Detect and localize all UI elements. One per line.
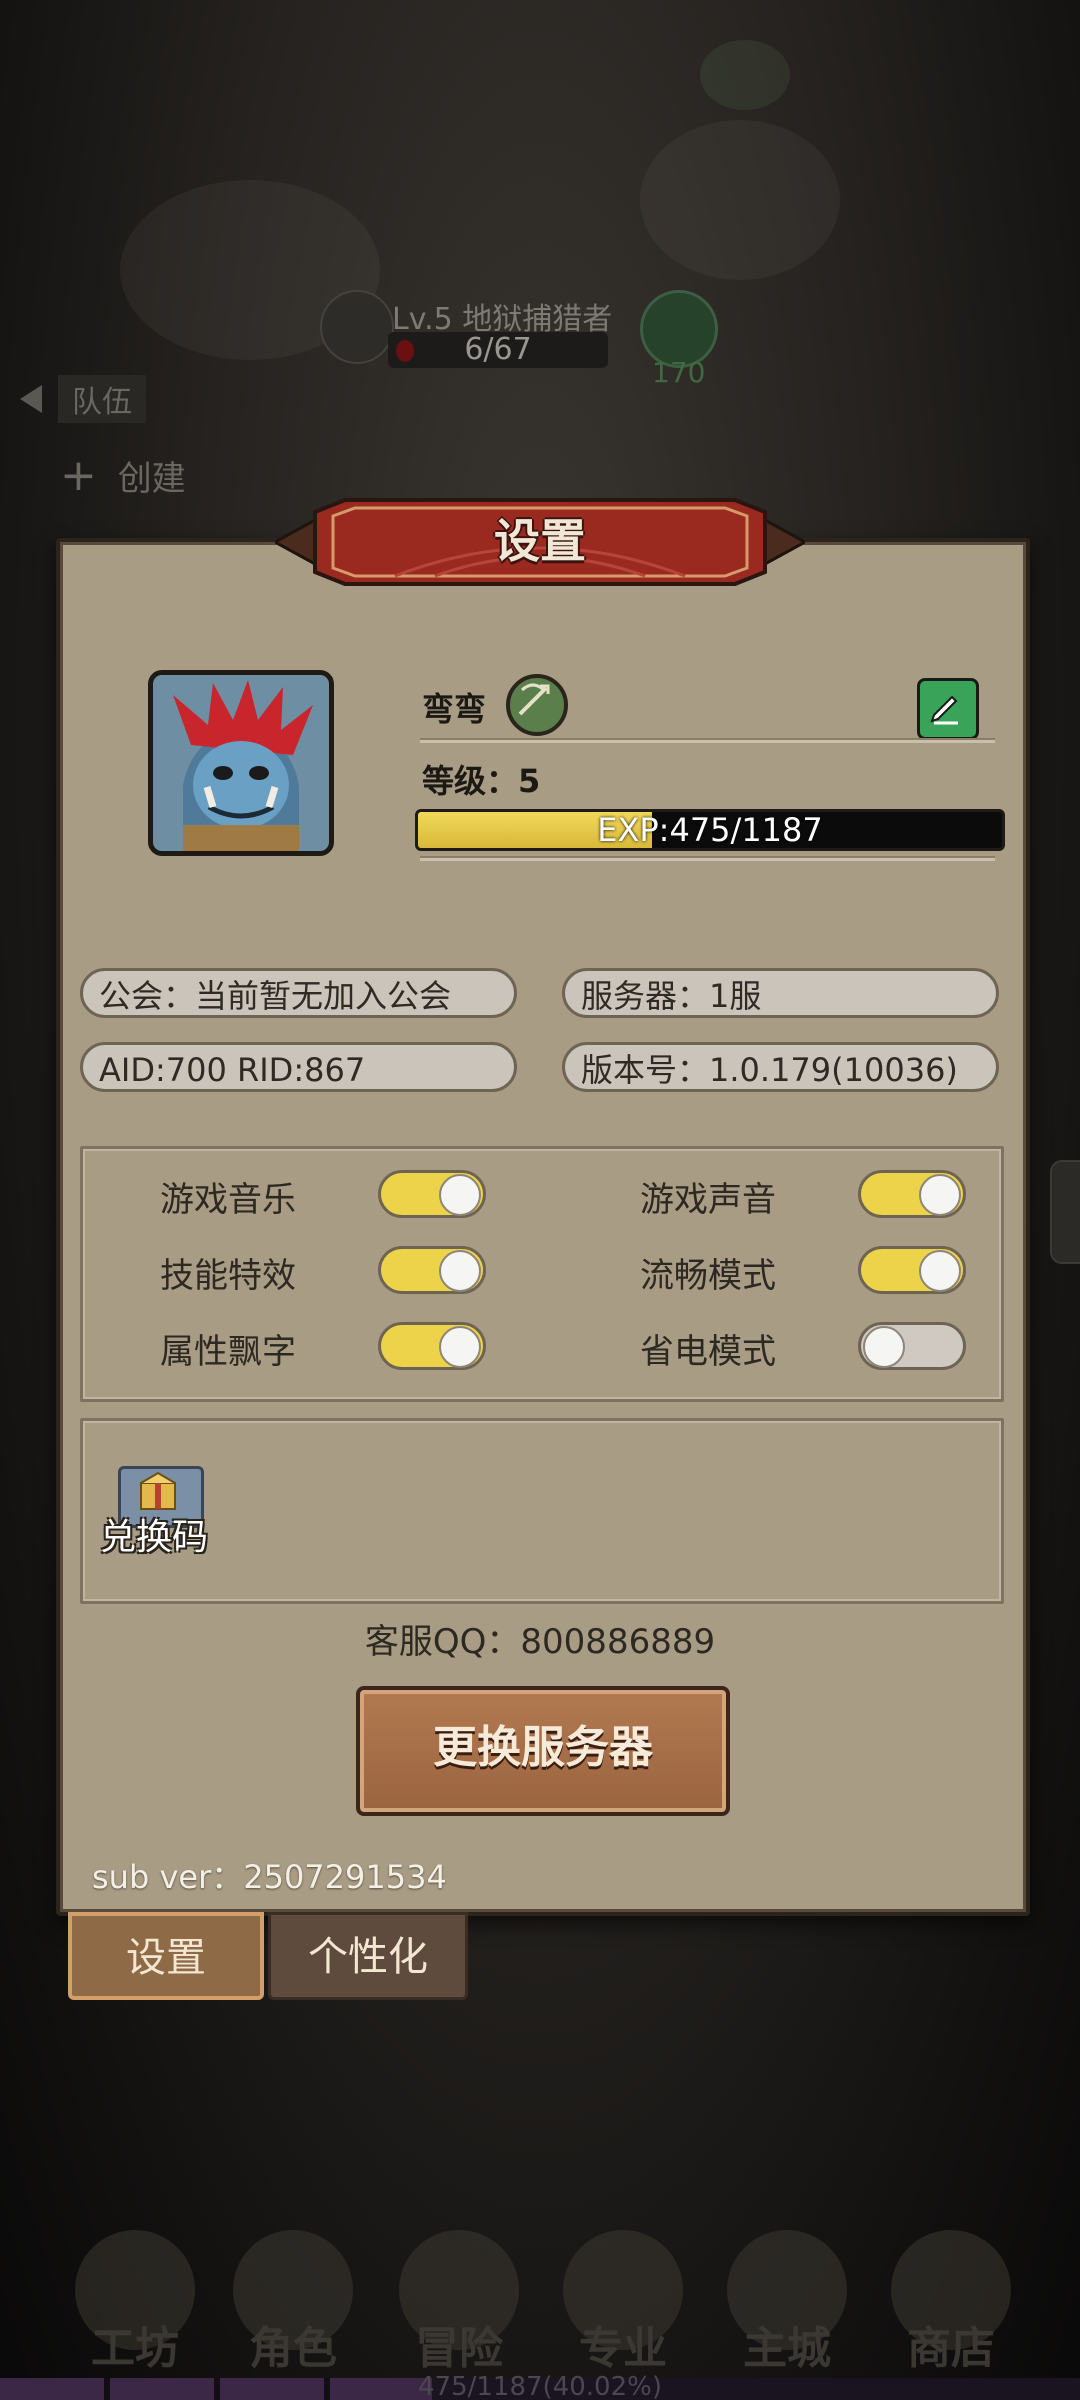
nav-label: 角色	[249, 2323, 337, 2374]
toggle-music[interactable]	[378, 1170, 486, 1218]
bottom-xp-text: 475/1187(40.02%)	[418, 2372, 662, 2400]
enemy-hp-bar: 6/67	[388, 332, 608, 368]
option-label-skill-effects: 技能特效	[160, 1256, 296, 1296]
option-label-sound: 游戏声音	[640, 1180, 776, 1220]
toggle-knob	[919, 1174, 961, 1216]
plus-icon: +	[60, 450, 97, 501]
player-name: 弯弯	[422, 690, 487, 728]
option-label-smooth-mode: 流畅模式	[640, 1256, 776, 1296]
nav-profession[interactable]: 专业	[548, 2230, 698, 2374]
toggle-knob	[439, 1174, 481, 1216]
player-level: 等级：5	[422, 762, 541, 800]
nav-label: 专业	[579, 2323, 667, 2374]
toggle-knob	[439, 1326, 481, 1368]
nav-shop[interactable]: 商店	[876, 2230, 1026, 2374]
enemy-portrait-icon	[320, 290, 394, 364]
nav-main-city[interactable]: 主城	[712, 2230, 862, 2374]
change-server-button[interactable]: 更换服务器	[356, 1686, 730, 1816]
bottom-xp-bar: 475/1187(40.02%)	[0, 2372, 1080, 2400]
tab-settings[interactable]: 设置	[68, 1912, 264, 2000]
create-label: 创建	[117, 459, 186, 499]
background-bush	[700, 40, 790, 110]
option-label-damage-text: 属性飘字	[160, 1332, 296, 1372]
toggle-knob	[919, 1250, 961, 1292]
side-handle[interactable]	[1050, 1160, 1080, 1264]
nav-label: 工坊	[91, 2323, 179, 2374]
toggle-power-saving[interactable]	[858, 1322, 966, 1370]
toggle-damage-text[interactable]	[378, 1322, 486, 1370]
create-team-button[interactable]: + 创建	[60, 450, 186, 501]
toggle-smooth-mode[interactable]	[858, 1246, 966, 1294]
pencil-icon	[930, 695, 958, 725]
version-info: 版本号：1.0.179(10036)	[562, 1042, 999, 1092]
account-ids: AID:700 RID:867	[80, 1042, 517, 1092]
tab-personalization[interactable]: 个性化	[268, 1912, 468, 2000]
team-label: 队伍	[58, 375, 146, 423]
class-crossbow-icon	[506, 674, 568, 736]
support-qq: 客服QQ：800886889	[364, 1622, 716, 1662]
edit-name-button[interactable]	[917, 678, 979, 740]
nav-label: 商店	[907, 2323, 995, 2374]
option-label-music: 游戏音乐	[160, 1180, 296, 1220]
nav-workshop[interactable]: 工坊	[60, 2230, 210, 2374]
divider	[420, 858, 995, 861]
nav-label: 冒险	[415, 2323, 503, 2374]
team-toggle[interactable]: 队伍	[20, 375, 146, 425]
option-label-power-saving: 省电模式	[640, 1332, 776, 1372]
nav-adventure[interactable]: 冒险	[384, 2230, 534, 2374]
settings-title: 设置	[494, 514, 586, 568]
settings-title-wrap: 设置	[275, 498, 805, 586]
troll-portrait-icon	[153, 675, 329, 851]
game-screen: Lv.5 地狱捕猎者 6/67 170 队伍 + 创建 设置 弯弯 等级：5 E…	[0, 0, 1080, 2400]
guild-info: 公会：当前暂无加入公会	[80, 968, 517, 1018]
feature-box	[80, 1418, 1004, 1604]
player-avatar[interactable]	[148, 670, 334, 856]
nav-label: 主城	[743, 2323, 831, 2374]
toggle-knob	[863, 1326, 905, 1368]
nav-character[interactable]: 角色	[218, 2230, 368, 2374]
toggle-skill-effects[interactable]	[378, 1246, 486, 1294]
redeem-code-label[interactable]: 兑换码	[100, 1508, 208, 1560]
exp-bar: EXP:475/1187	[415, 809, 1005, 851]
enemy-badge[interactable]: Lv.5 地狱捕猎者 6/67	[300, 290, 620, 370]
server-info: 服务器：1服	[562, 968, 999, 1018]
enemy-hp-dot	[396, 340, 414, 362]
collapse-arrow-icon	[20, 385, 42, 413]
exp-text: EXP:475/1187	[597, 811, 823, 849]
toggle-knob	[439, 1250, 481, 1292]
sub-version: sub ver：2507291534	[92, 1858, 447, 1896]
background-rock	[640, 120, 840, 280]
divider	[420, 740, 995, 743]
toggle-sound[interactable]	[858, 1170, 966, 1218]
ally-count: 170	[652, 356, 706, 389]
